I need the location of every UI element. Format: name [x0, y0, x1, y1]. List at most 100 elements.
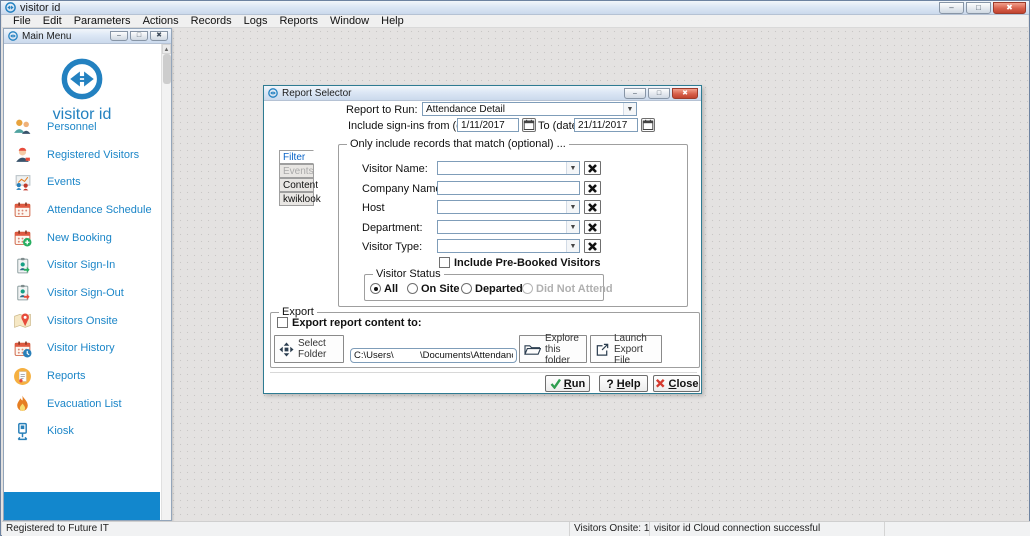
menu-actions[interactable]: Actions — [137, 15, 185, 27]
radio-departed[interactable] — [461, 283, 472, 294]
sidebar-item-attendance-schedule[interactable]: Attendance Schedule — [4, 196, 160, 224]
close-icon[interactable]: ✖ — [672, 88, 698, 99]
radio-did-not-attend[interactable] — [522, 283, 533, 294]
status-visitors-onsite: Visitors Onsite: 1 — [570, 522, 650, 536]
tab-content[interactable]: Content — [279, 178, 314, 192]
visitor-type-select[interactable]: ▼ — [437, 239, 580, 253]
select-folder-button[interactable]: Select Folder — [274, 335, 344, 363]
sidebar-item-registered-visitors[interactable]: Registered Visitors — [4, 141, 160, 169]
close-icon[interactable]: ✖ — [150, 31, 168, 41]
sidebar-item-new-booking[interactable]: New Booking — [4, 224, 160, 252]
menubar: File Edit Parameters Actions Records Log… — [2, 15, 1028, 28]
calendar-icon[interactable] — [522, 118, 536, 132]
menu-reports[interactable]: Reports — [273, 15, 324, 27]
menu-edit[interactable]: Edit — [37, 15, 68, 27]
scroll-up-icon[interactable]: ▲ — [162, 44, 171, 54]
visitor-name-select[interactable]: ▼ — [437, 161, 580, 175]
menu-parameters[interactable]: Parameters — [68, 15, 137, 27]
maximize-icon[interactable]: □ — [648, 88, 670, 99]
app-titlebar[interactable]: visitor id – □ ✖ — [1, 1, 1029, 15]
host-value — [438, 201, 566, 213]
host-select[interactable]: ▼ — [437, 200, 580, 214]
visitor-sign-in-icon — [13, 256, 32, 275]
folder-icon — [524, 342, 541, 357]
tab-filter[interactable]: Filter — [279, 150, 314, 164]
export-checkbox[interactable] — [277, 317, 288, 328]
question-icon: ? — [606, 377, 613, 391]
export-path-input[interactable] — [350, 348, 517, 363]
date-from-input[interactable] — [457, 118, 519, 132]
menu-file[interactable]: File — [7, 15, 37, 27]
sidebar-item-label: Visitor Sign-Out — [47, 287, 124, 299]
kiosk-icon — [13, 422, 32, 441]
personnel-icon — [13, 117, 32, 136]
clear-department-button[interactable] — [584, 220, 601, 234]
chevron-down-icon[interactable]: ▼ — [566, 240, 579, 252]
maximize-icon[interactable]: □ — [130, 31, 148, 41]
app-title: visitor id — [20, 2, 60, 14]
sidebar-item-events[interactable]: Events — [4, 168, 160, 196]
report-selector-titlebar[interactable]: Report Selector – □ ✖ — [264, 86, 701, 101]
sidebar-item-kiosk[interactable]: Kiosk — [4, 418, 160, 446]
sidebar-item-visitor-sign-in[interactable]: Visitor Sign-In — [4, 251, 160, 279]
prebooked-checkbox[interactable] — [439, 257, 450, 268]
close-icon[interactable]: ✖ — [993, 2, 1026, 14]
sidebar-item-personnel[interactable]: Personnel — [4, 113, 160, 141]
main-menu-icon — [8, 31, 18, 41]
sidebar-footer-band — [4, 492, 160, 520]
radio-on-site[interactable] — [407, 283, 418, 294]
sidebar-item-label: Personnel — [47, 121, 97, 133]
radio-on-site-label: On Site — [421, 283, 460, 295]
chevron-down-icon[interactable]: ▼ — [623, 103, 636, 115]
clear-visitor-type-button[interactable] — [584, 239, 601, 253]
help-button[interactable]: ? Help — [599, 375, 648, 392]
chevron-down-icon[interactable]: ▼ — [566, 162, 579, 174]
clear-company-name-button[interactable] — [584, 181, 601, 195]
minimize-icon[interactable]: – — [110, 31, 128, 41]
menu-logs[interactable]: Logs — [238, 15, 274, 27]
company-name-input[interactable] — [437, 181, 580, 195]
main-menu-caption-buttons: – □ ✖ — [108, 31, 168, 41]
minimize-icon[interactable]: – — [624, 88, 646, 99]
department-select[interactable]: ▼ — [437, 220, 580, 234]
calendar-icon[interactable] — [641, 118, 655, 132]
date-to-input[interactable] — [574, 118, 638, 132]
red-x-icon — [655, 378, 666, 389]
status-registered: Registered to Future IT — [2, 522, 570, 536]
menu-window[interactable]: Window — [324, 15, 375, 27]
visitor-type-value — [438, 240, 566, 252]
restore-icon[interactable]: □ — [966, 2, 991, 14]
clear-visitor-name-button[interactable] — [584, 161, 601, 175]
visitor-name-value — [438, 162, 566, 174]
sidebar-scrollbar[interactable]: ▲ — [161, 44, 171, 520]
new-booking-icon — [13, 228, 32, 247]
close-button[interactable]: Close — [653, 375, 700, 392]
check-icon — [550, 378, 561, 389]
sidebar-item-visitor-sign-out[interactable]: Visitor Sign-Out — [4, 279, 160, 307]
scrollbar-thumb[interactable] — [163, 54, 171, 84]
menu-help[interactable]: Help — [375, 15, 410, 27]
move-arrows-icon — [279, 342, 294, 357]
main-menu-titlebar[interactable]: Main Menu – □ ✖ — [4, 29, 171, 44]
chevron-down-icon[interactable]: ▼ — [566, 201, 579, 213]
department-value — [438, 221, 566, 233]
menu-records[interactable]: Records — [185, 15, 238, 27]
sidebar-item-reports[interactable]: Reports — [4, 362, 160, 390]
chevron-down-icon[interactable]: ▼ — [566, 221, 579, 233]
sidebar-item-visitor-history[interactable]: Visitor History — [4, 335, 160, 363]
minimize-icon[interactable]: – — [939, 2, 964, 14]
dialog-caption-buttons: – □ ✖ — [622, 88, 698, 99]
tab-events[interactable]: Events — [279, 164, 314, 178]
tab-kwiklook[interactable]: kwiklook — [279, 192, 314, 206]
launch-export-button[interactable]: Launch Export File — [590, 335, 662, 363]
explore-folder-button[interactable]: Explore this folder — [519, 335, 587, 363]
sidebar-item-visitors-onsite[interactable]: Visitors Onsite — [4, 307, 160, 335]
sidebar-item-evacuation-list[interactable]: Evacuation List — [4, 390, 160, 418]
department-label: Department: — [362, 222, 423, 234]
status-cloud-connection: visitor id Cloud connection successful — [650, 522, 885, 536]
report-to-run-select[interactable]: Attendance Detail ▼ — [422, 102, 637, 116]
app-caption-buttons: – □ ✖ — [937, 2, 1026, 14]
clear-host-button[interactable] — [584, 200, 601, 214]
run-button[interactable]: Run — [545, 375, 590, 392]
radio-all[interactable] — [370, 283, 381, 294]
